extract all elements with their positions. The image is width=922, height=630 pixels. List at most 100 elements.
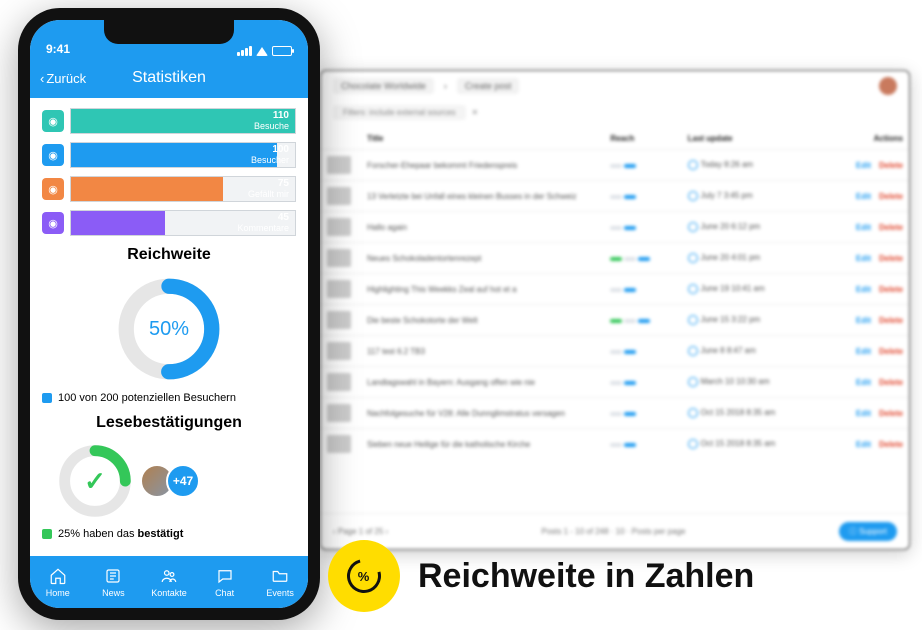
pagination[interactable]: ‹ Page 1 of 25 ›	[333, 527, 388, 536]
clock-icon	[688, 160, 698, 170]
stat-icon: ◉	[42, 178, 64, 200]
stat-bar-0: ◉110Besuche	[42, 108, 296, 134]
phone-frame: 9:41 ‹ Zurück Statistiken ◉110Besuche◉10…	[18, 8, 320, 620]
table-row[interactable]: Landtagswahl in Bayern: Ausgang offen wi…	[321, 367, 909, 398]
clock-icon	[688, 222, 698, 232]
percent-icon: %	[341, 553, 387, 599]
table-row[interactable]: Hallo againJune 20 6:12 pmEditDelete	[321, 212, 909, 243]
stat-bar-2: ◉75Gefällt mir	[42, 176, 296, 202]
delete-link[interactable]: Delete	[879, 192, 903, 201]
table-row[interactable]: Neues SchokoladentortenrezeptJune 20 4:0…	[321, 243, 909, 274]
edit-link[interactable]: Edit	[856, 316, 871, 325]
reach-heading: Reichweite	[42, 246, 296, 264]
post-thumbnail	[327, 249, 351, 267]
tab-bar: Home News Kontakte Chat Events	[30, 556, 308, 608]
table-row[interactable]: Nachfolgesuche für V28: Alle Dunnglimstr…	[321, 398, 909, 429]
reach-donut: 50%	[114, 274, 224, 384]
posts-table: Title ReachLast update Actions Forscher-…	[321, 128, 909, 459]
post-thumbnail	[327, 218, 351, 236]
signal-icon	[237, 46, 252, 56]
delete-link[interactable]: Delete	[879, 378, 903, 387]
caption-text: Reichweite in Zahlen	[418, 557, 754, 596]
stat-bar-3: ◉45Kommentare	[42, 210, 296, 236]
table-row[interactable]: Forscher-Ehepaar bekommt FriedenspreisTo…	[321, 150, 909, 181]
table-row[interactable]: 13 Verletzte bei Unfall eines kleinen Bu…	[321, 181, 909, 212]
post-thumbnail	[327, 187, 351, 205]
tab-home[interactable]: Home	[30, 556, 86, 608]
stat-icon: ◉	[42, 144, 64, 166]
confirm-legend: 25% haben das bestätigt	[42, 528, 296, 540]
nav-bar: ‹ Zurück Statistiken	[30, 58, 308, 98]
clock-icon	[688, 439, 698, 449]
edit-link[interactable]: Edit	[856, 254, 871, 263]
clock-icon	[688, 377, 698, 387]
clock-icon	[688, 191, 698, 201]
chevron-right-icon: ›	[444, 81, 447, 91]
delete-link[interactable]: Delete	[879, 161, 903, 170]
back-button[interactable]: ‹ Zurück	[40, 71, 86, 86]
delete-link[interactable]: Delete	[879, 223, 903, 232]
tab-events[interactable]: Events	[252, 556, 308, 608]
edit-link[interactable]: Edit	[856, 192, 871, 201]
post-thumbnail	[327, 280, 351, 298]
edit-link[interactable]: Edit	[856, 223, 871, 232]
tab-chat[interactable]: Chat	[197, 556, 253, 608]
battery-icon	[272, 46, 292, 56]
clock-icon	[688, 408, 698, 418]
chat-icon	[216, 567, 234, 585]
reach-legend: 100 von 200 potenziellen Besuchern	[42, 392, 296, 404]
filter-chip[interactable]: Filters: include external sources	[333, 105, 466, 120]
delete-link[interactable]: Delete	[879, 409, 903, 418]
edit-link[interactable]: Edit	[856, 285, 871, 294]
clock-icon	[688, 253, 698, 263]
post-thumbnail	[327, 373, 351, 391]
table-row[interactable]: 117 test 6.2 TB3June 8 8:47 amEditDelete	[321, 336, 909, 367]
check-icon: ✓	[56, 442, 134, 520]
delete-link[interactable]: Delete	[879, 254, 903, 263]
edit-link[interactable]: Edit	[856, 409, 871, 418]
post-thumbnail	[327, 156, 351, 174]
table-row[interactable]: Highlighting This Weekks Zeal auf hot et…	[321, 274, 909, 305]
user-avatar[interactable]	[879, 77, 897, 95]
post-thumbnail	[327, 342, 351, 360]
post-thumbnail	[327, 435, 351, 453]
news-icon	[104, 567, 122, 585]
table-row[interactable]: Sieben neue Heilige für die katholische …	[321, 429, 909, 460]
desktop-window: Chocolate Worldwide › Create post Filter…	[320, 70, 910, 550]
percent-badge: %	[328, 540, 400, 612]
avatar-stack[interactable]: +47	[148, 464, 200, 498]
tab-contacts[interactable]: Kontakte	[141, 556, 197, 608]
tab-news[interactable]: News	[86, 556, 142, 608]
create-post-button[interactable]: Create post	[457, 78, 520, 94]
confirm-heading: Lesebestätigungen	[42, 414, 296, 432]
post-thumbnail	[327, 404, 351, 422]
edit-link[interactable]: Edit	[856, 378, 871, 387]
reach-percent: 50%	[114, 274, 224, 384]
delete-link[interactable]: Delete	[879, 316, 903, 325]
breadcrumb-item[interactable]: Chocolate Worldwide	[333, 78, 434, 94]
page-title: Statistiken	[132, 69, 206, 87]
edit-link[interactable]: Edit	[856, 347, 871, 356]
status-time: 9:41	[46, 42, 70, 56]
caption: % Reichweite in Zahlen	[328, 540, 754, 612]
delete-link[interactable]: Delete	[879, 347, 903, 356]
delete-link[interactable]: Delete	[879, 440, 903, 449]
contacts-icon	[160, 567, 178, 585]
wifi-icon	[256, 47, 268, 56]
stat-bar-1: ◉100Besucher	[42, 142, 296, 168]
clock-icon	[688, 284, 698, 294]
clock-icon	[688, 346, 698, 356]
avatar-more: +47	[166, 464, 200, 498]
page-info: Posts 1 - 10 of 248 · 10 · Posts per pag…	[541, 527, 685, 536]
edit-link[interactable]: Edit	[856, 161, 871, 170]
home-icon	[49, 567, 67, 585]
support-button[interactable]: ⓘ Support	[839, 522, 897, 541]
edit-link[interactable]: Edit	[856, 440, 871, 449]
stat-icon: ◉	[42, 110, 64, 132]
close-icon[interactable]: ✕	[472, 108, 479, 117]
folder-icon	[271, 567, 289, 585]
confirm-donut: ✓	[56, 442, 134, 520]
table-row[interactable]: Die beste Schokotorte der WeltJune 15 3:…	[321, 305, 909, 336]
phone-notch	[104, 20, 234, 44]
delete-link[interactable]: Delete	[879, 285, 903, 294]
